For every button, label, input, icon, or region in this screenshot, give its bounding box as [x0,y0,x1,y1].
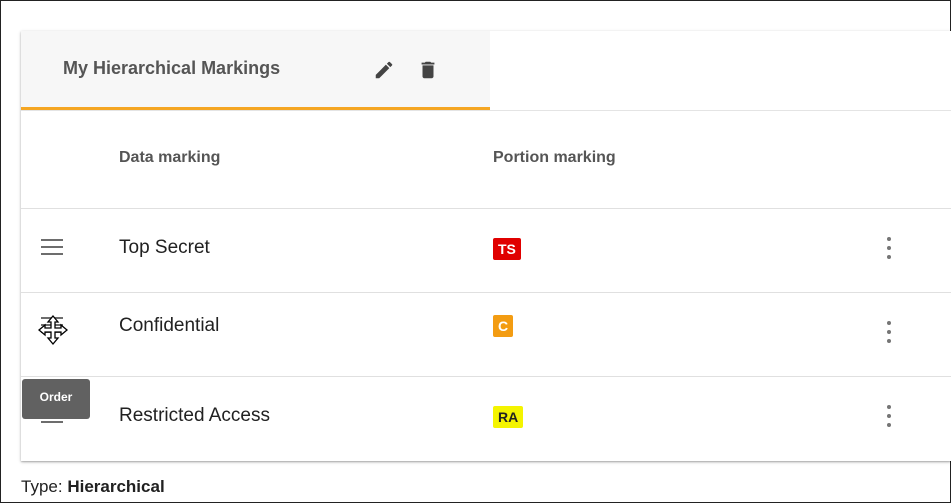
marking-type: Type: Hierarchical [21,477,165,497]
markings-card: My Hierarchical Markings Data marking Po… [21,31,951,461]
table-header: Data marking Portion marking [21,111,951,209]
drag-handle-icon[interactable] [41,239,63,257]
portion-marking-badge: RA [493,406,524,428]
more-vert-icon[interactable] [885,321,893,347]
data-marking-label: Restricted Access [119,405,270,426]
tab-title: My Hierarchical Markings [63,58,281,78]
table-row: Top Secret TS [21,209,951,293]
order-tooltip: Order [22,379,90,419]
move-cursor-icon [37,314,69,346]
data-marking-label: Top Secret [119,237,210,258]
column-header-portion-marking: Portion marking [493,149,616,166]
more-vert-icon[interactable] [885,237,893,263]
portion-marking-badge: C [493,315,514,337]
table-row: Restricted Access RA [21,377,951,460]
more-vert-icon[interactable] [885,405,893,431]
tab-bar: My Hierarchical Markings [21,31,951,111]
column-header-data-marking: Data marking [119,149,221,166]
data-marking-label: Confidential [119,315,220,336]
tab-my-hierarchical-markings[interactable]: My Hierarchical Markings [21,31,490,110]
table-row: Confidential C [21,293,951,377]
type-label: Type: [21,477,63,496]
pencil-icon[interactable] [373,59,395,81]
type-value: Hierarchical [67,477,165,496]
trash-icon[interactable] [417,59,439,81]
portion-marking-badge: TS [493,238,521,260]
